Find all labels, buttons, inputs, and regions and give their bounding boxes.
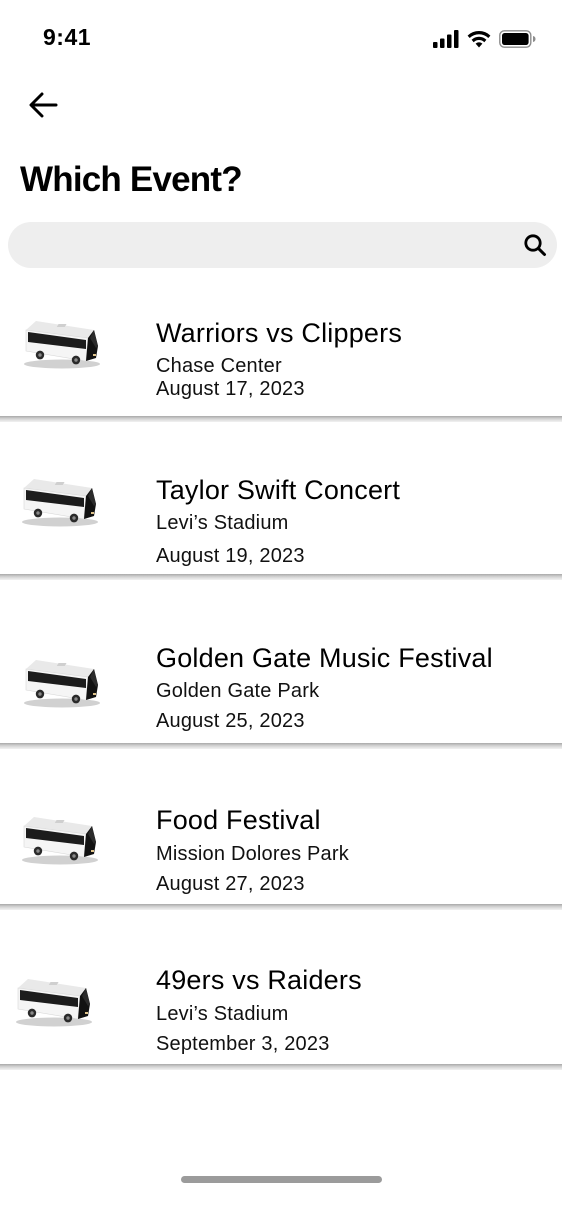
bus-icon	[21, 478, 99, 527]
bus-icon	[15, 978, 93, 1027]
event-venue: Chase Center	[156, 355, 282, 377]
event-item[interactable]: Golden Gate Music Festival Golden Gate P…	[0, 617, 562, 749]
event-date: August 19, 2023	[156, 545, 305, 567]
event-item[interactable]: Taylor Swift Concert Levi’s Stadium Augu…	[0, 448, 562, 580]
bus-icon	[23, 320, 101, 369]
event-venue: Golden Gate Park	[156, 680, 320, 702]
event-date: September 3, 2023	[156, 1033, 330, 1055]
event-item[interactable]: Warriors vs Clippers Chase Center August…	[0, 296, 562, 422]
row-divider	[0, 904, 562, 910]
event-name: Warriors vs Clippers	[156, 318, 403, 348]
event-list: Warriors vs Clippers Chase Center August…	[0, 0, 562, 1220]
event-name: 49ers vs Raiders	[156, 965, 362, 995]
event-item[interactable]: 49ers vs Raiders Levi’s Stadium Septembe…	[0, 940, 562, 1070]
event-date: August 27, 2023	[156, 873, 305, 895]
event-name: Taylor Swift Concert	[156, 475, 401, 505]
event-item[interactable]: Food Festival Mission Dolores Park Augus…	[0, 780, 562, 910]
bus-icon	[21, 816, 99, 865]
row-divider	[0, 574, 562, 580]
event-venue: Levi’s Stadium	[156, 1003, 289, 1025]
event-date: August 25, 2023	[156, 710, 305, 732]
event-name: Golden Gate Music Festival	[156, 643, 493, 673]
home-indicator	[181, 1176, 382, 1183]
row-divider	[0, 416, 562, 422]
event-venue: Mission Dolores Park	[156, 843, 349, 865]
bus-icon	[23, 659, 101, 708]
event-name: Food Festival	[156, 805, 321, 835]
event-date: August 17, 2023	[156, 378, 305, 400]
row-divider	[0, 743, 562, 749]
event-venue: Levi’s Stadium	[156, 512, 289, 534]
row-divider	[0, 1064, 562, 1070]
